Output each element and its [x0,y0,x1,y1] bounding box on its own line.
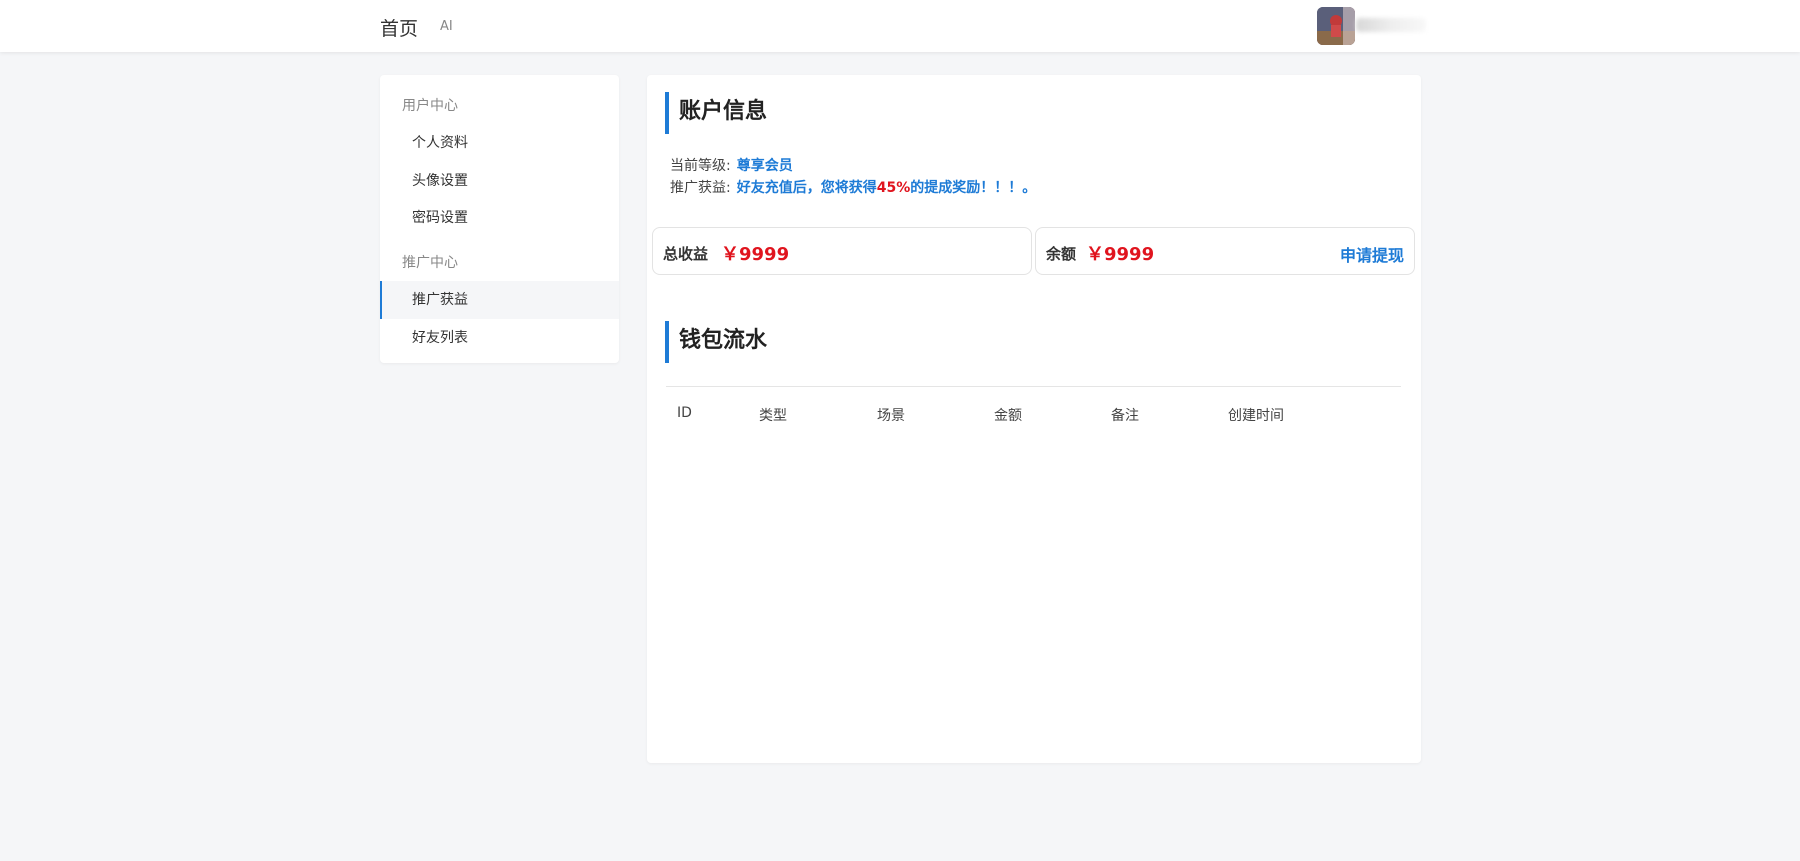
sidebar-group-user-center: 用户中心 [402,98,458,114]
column-header-amount: 金额 [994,408,1022,424]
promo-label: 推广获益: [670,180,731,196]
sidebar-group-promotion-center: 推广中心 [402,255,458,271]
avatar-image-icon [1317,7,1355,45]
promo-text: 好友充值后，您将获得45%的提成奖励！！！。 [737,180,1037,196]
wallet-flow-title: 钱包流水 [665,321,767,363]
total-earnings-value: ￥9999 [721,244,790,265]
balance-label: 余额 [1046,245,1077,263]
sidebar-item-friend-list[interactable]: 好友列表 [380,319,619,357]
total-earnings-label: 总收益 [663,245,709,263]
level-label: 当前等级: [670,158,731,174]
sidebar: 用户中心 个人资料 头像设置 密码设置 推广中心 推广获益 好友列表 [380,75,619,363]
account-info-title: 账户信息 [665,92,767,134]
top-nav-bar: 首页 AI [0,0,1800,52]
level-line: 当前等级: 尊享会员 [670,155,793,175]
nav-ai-link[interactable]: AI [440,19,453,34]
promo-line: 推广获益: 好友充值后，您将获得45%的提成奖励！！！。 [670,177,1036,197]
sidebar-item-avatar-settings[interactable]: 头像设置 [380,162,619,200]
column-header-created-time: 创建时间 [1228,408,1284,424]
column-header-remark: 备注 [1111,408,1139,424]
promo-text-post: 的提成奖励！！！。 [910,180,1037,196]
column-header-id: ID [677,405,692,421]
column-header-scene: 场景 [877,408,905,424]
withdraw-button[interactable]: 申请提现 [1340,242,1404,266]
level-value: 尊享会员 [736,158,793,174]
username-blurred [1356,18,1426,32]
balance-value: ￥9999 [1086,244,1155,265]
main-panel: 账户信息 当前等级: 尊享会员 推广获益: 好友充值后，您将获得45%的提成奖励！！… [647,75,1421,763]
column-header-type: 类型 [759,408,787,424]
sidebar-item-password-settings[interactable]: 密码设置 [380,199,619,237]
total-earnings-card: 总收益 ￥9999 [652,227,1032,275]
user-avatar[interactable] [1317,7,1355,45]
table-divider [666,386,1401,387]
nav-home-link[interactable]: 首页 [380,14,418,41]
sidebar-item-promotion-earnings[interactable]: 推广获益 [380,281,619,319]
balance-card: 余额 ￥9999 申请提现 [1035,227,1415,275]
promo-text-pre: 好友充值后，您将获得 [736,180,877,196]
sidebar-item-profile[interactable]: 个人资料 [380,124,619,162]
promo-percent: 45% [876,180,911,196]
